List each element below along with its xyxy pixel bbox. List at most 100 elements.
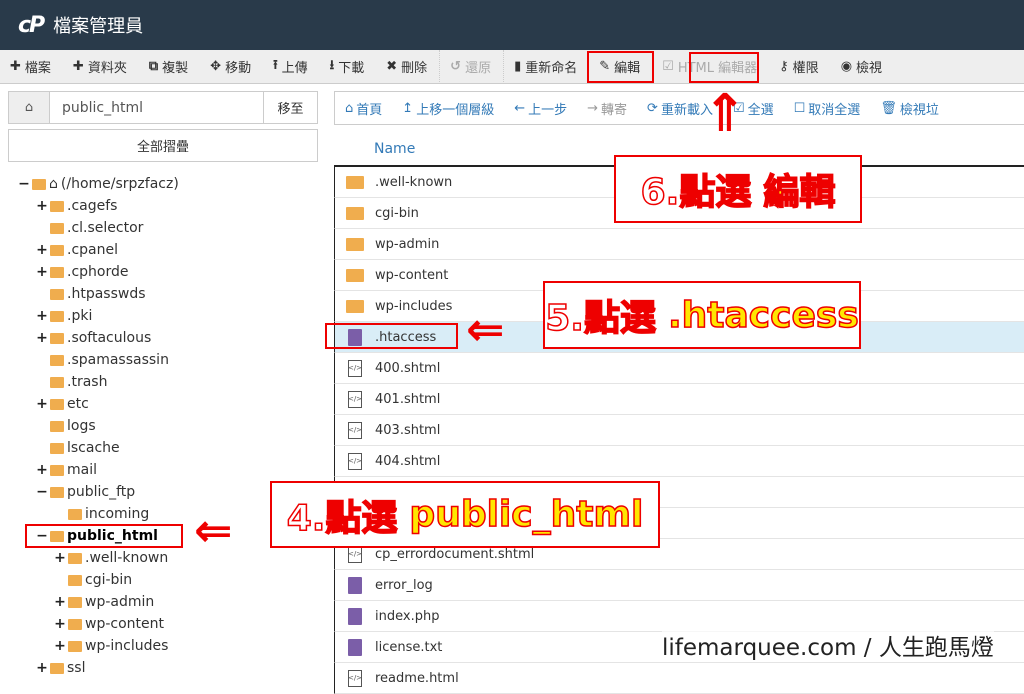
toolbar-button-3[interactable]: ✥ 移動 xyxy=(200,53,263,81)
home-icon: ⌂ xyxy=(49,176,58,192)
file-row[interactable]: </> 400.shtml xyxy=(334,353,1024,384)
tree-item[interactable]: − ⌂ (/home/srpzfacz) xyxy=(0,173,330,195)
tree-item[interactable]: .trash xyxy=(0,371,330,393)
code-icon: </> xyxy=(335,545,375,563)
nav-label: 首頁 xyxy=(356,102,383,118)
folder-icon xyxy=(68,508,82,520)
nav-button-0[interactable]: ⌂ 首頁 xyxy=(335,99,392,118)
folder-icon xyxy=(335,206,375,220)
tree-item[interactable]: + .pki xyxy=(0,305,330,327)
expand-icon[interactable]: + xyxy=(36,308,48,324)
tree-item[interactable]: cgi-bin xyxy=(0,569,330,591)
expand-icon[interactable]: + xyxy=(36,396,48,412)
collapse-icon[interactable]: − xyxy=(36,484,48,500)
nav-icon: ↥ xyxy=(402,100,414,116)
collapse-icon[interactable]: − xyxy=(18,176,30,192)
go-button[interactable]: 移至 xyxy=(263,92,317,123)
file-row[interactable]: wp-admin xyxy=(334,229,1024,260)
tree-item[interactable]: + .well-known xyxy=(0,547,330,569)
tree-item[interactable]: logs xyxy=(0,415,330,437)
expand-icon[interactable]: + xyxy=(54,638,66,654)
toolbar-button-0[interactable]: ✚ 檔案 xyxy=(0,53,63,81)
tree-item[interactable]: + mail xyxy=(0,459,330,481)
tree-item-label: .trash xyxy=(67,374,108,390)
file-name: 403.shtml xyxy=(375,422,441,438)
tree-item-label: etc xyxy=(67,396,89,412)
file-row[interactable]: </> readme.html xyxy=(334,663,1024,694)
file-name: 401.shtml xyxy=(375,391,441,407)
tree-item[interactable]: + wp-admin xyxy=(0,591,330,613)
tree-item-label: .spamassassin xyxy=(67,352,169,368)
edit-highlight-box xyxy=(689,52,759,83)
nav-button-1[interactable]: ↥ 上移一個層級 xyxy=(392,99,504,118)
expand-icon[interactable]: + xyxy=(54,616,66,632)
file-row[interactable]: error_log xyxy=(334,570,1024,601)
toolbar-button-4[interactable]: ⭱ 上傳 xyxy=(263,53,320,81)
cpanel-logo: cP xyxy=(18,12,45,38)
upload-icon: ⭱ xyxy=(273,57,278,73)
toolbar-button-8[interactable]: ▮ 重新命名 xyxy=(504,53,589,81)
nav-label: 上移一個層級 xyxy=(416,102,495,118)
folder-icon xyxy=(50,464,64,476)
file-row[interactable]: </> 401.shtml xyxy=(334,384,1024,415)
toolbar-button-7[interactable]: ↺ 還原 xyxy=(440,53,503,81)
nav-label: 取消全選 xyxy=(808,102,861,118)
file-row[interactable]: </> 403.shtml xyxy=(334,415,1024,446)
expand-icon[interactable]: + xyxy=(36,660,48,676)
tree-item[interactable]: + wp-includes xyxy=(0,635,330,657)
nav-icon: ← xyxy=(514,100,526,116)
tree-item[interactable]: .cl.selector xyxy=(0,217,330,239)
tree-item-label: .htpasswds xyxy=(67,286,146,302)
tree-item[interactable]: .spamassassin xyxy=(0,349,330,371)
expand-icon[interactable]: + xyxy=(36,242,48,258)
pencil-icon: ✎ xyxy=(599,59,611,74)
tree-item-label: .well-known xyxy=(85,550,169,566)
nav-button-3[interactable]: → 轉寄 xyxy=(577,99,637,118)
expand-icon[interactable]: + xyxy=(36,330,48,346)
tree-item[interactable]: + .cagefs xyxy=(0,195,330,217)
tree-item-label: wp-admin xyxy=(85,594,155,610)
tree-item[interactable]: + .softaculous xyxy=(0,327,330,349)
tree-item[interactable]: + .cpanel xyxy=(0,239,330,261)
tree-item[interactable]: + ssl xyxy=(0,657,330,679)
nav-icon: ☐ xyxy=(793,100,806,116)
home-icon[interactable]: ⌂ xyxy=(9,92,50,123)
file-row[interactable]: </> 404.shtml xyxy=(334,446,1024,477)
file-name: 404.shtml xyxy=(375,453,441,469)
tree-item[interactable]: lscache xyxy=(0,437,330,459)
folder-icon xyxy=(50,442,64,454)
tree-item[interactable]: .htpasswds xyxy=(0,283,330,305)
page-title: 檔案管理員 xyxy=(53,16,144,37)
tree-item[interactable]: + wp-content xyxy=(0,613,330,635)
toolbar-button-9[interactable]: ✎ 編輯 xyxy=(587,50,655,83)
toolbar-button-1[interactable]: ✚ 資料夾 xyxy=(63,53,139,81)
expand-icon[interactable]: + xyxy=(54,594,66,610)
code-icon: </> xyxy=(335,669,375,687)
toolbar-label: 檔案 xyxy=(24,61,51,76)
toolbar-button-12[interactable]: ◉ 檢視 xyxy=(831,53,894,81)
expand-icon[interactable]: + xyxy=(36,462,48,478)
nav-icon: ⌂ xyxy=(345,100,354,116)
toolbar-label: 刪除 xyxy=(401,61,428,76)
nav-button-6[interactable]: ☐ 取消全選 xyxy=(784,99,871,118)
collapse-all-button[interactable]: 全部摺疊 xyxy=(8,129,318,162)
toolbar-label: 編輯 xyxy=(614,61,641,76)
toolbar-button-5[interactable]: ⭳ 下載 xyxy=(320,53,377,81)
path-input[interactable] xyxy=(50,92,263,123)
expand-icon[interactable]: + xyxy=(54,550,66,566)
expand-icon[interactable]: + xyxy=(36,198,48,214)
expand-icon[interactable]: + xyxy=(36,264,48,280)
toolbar-button-2[interactable]: ⧉ 複製 xyxy=(139,53,200,81)
folder-icon xyxy=(335,175,375,189)
toolbar-button-6[interactable]: ✖ 刪除 xyxy=(376,53,439,81)
file-name: readme.html xyxy=(375,670,459,686)
nav-button-7[interactable]: 🗑 檢視垃 xyxy=(870,99,949,118)
nav-button-2[interactable]: ← 上一步 xyxy=(504,99,577,118)
toolbar-label: 還原 xyxy=(465,61,492,76)
code-icon: </> xyxy=(335,359,375,377)
toolbar-label: 複製 xyxy=(162,61,189,76)
toolbar-button-11[interactable]: ⚷ 權限 xyxy=(769,53,831,81)
tree-item[interactable]: + .cphorde xyxy=(0,261,330,283)
tree-item[interactable]: + etc xyxy=(0,393,330,415)
nav-label: 檢視垃 xyxy=(899,102,939,118)
